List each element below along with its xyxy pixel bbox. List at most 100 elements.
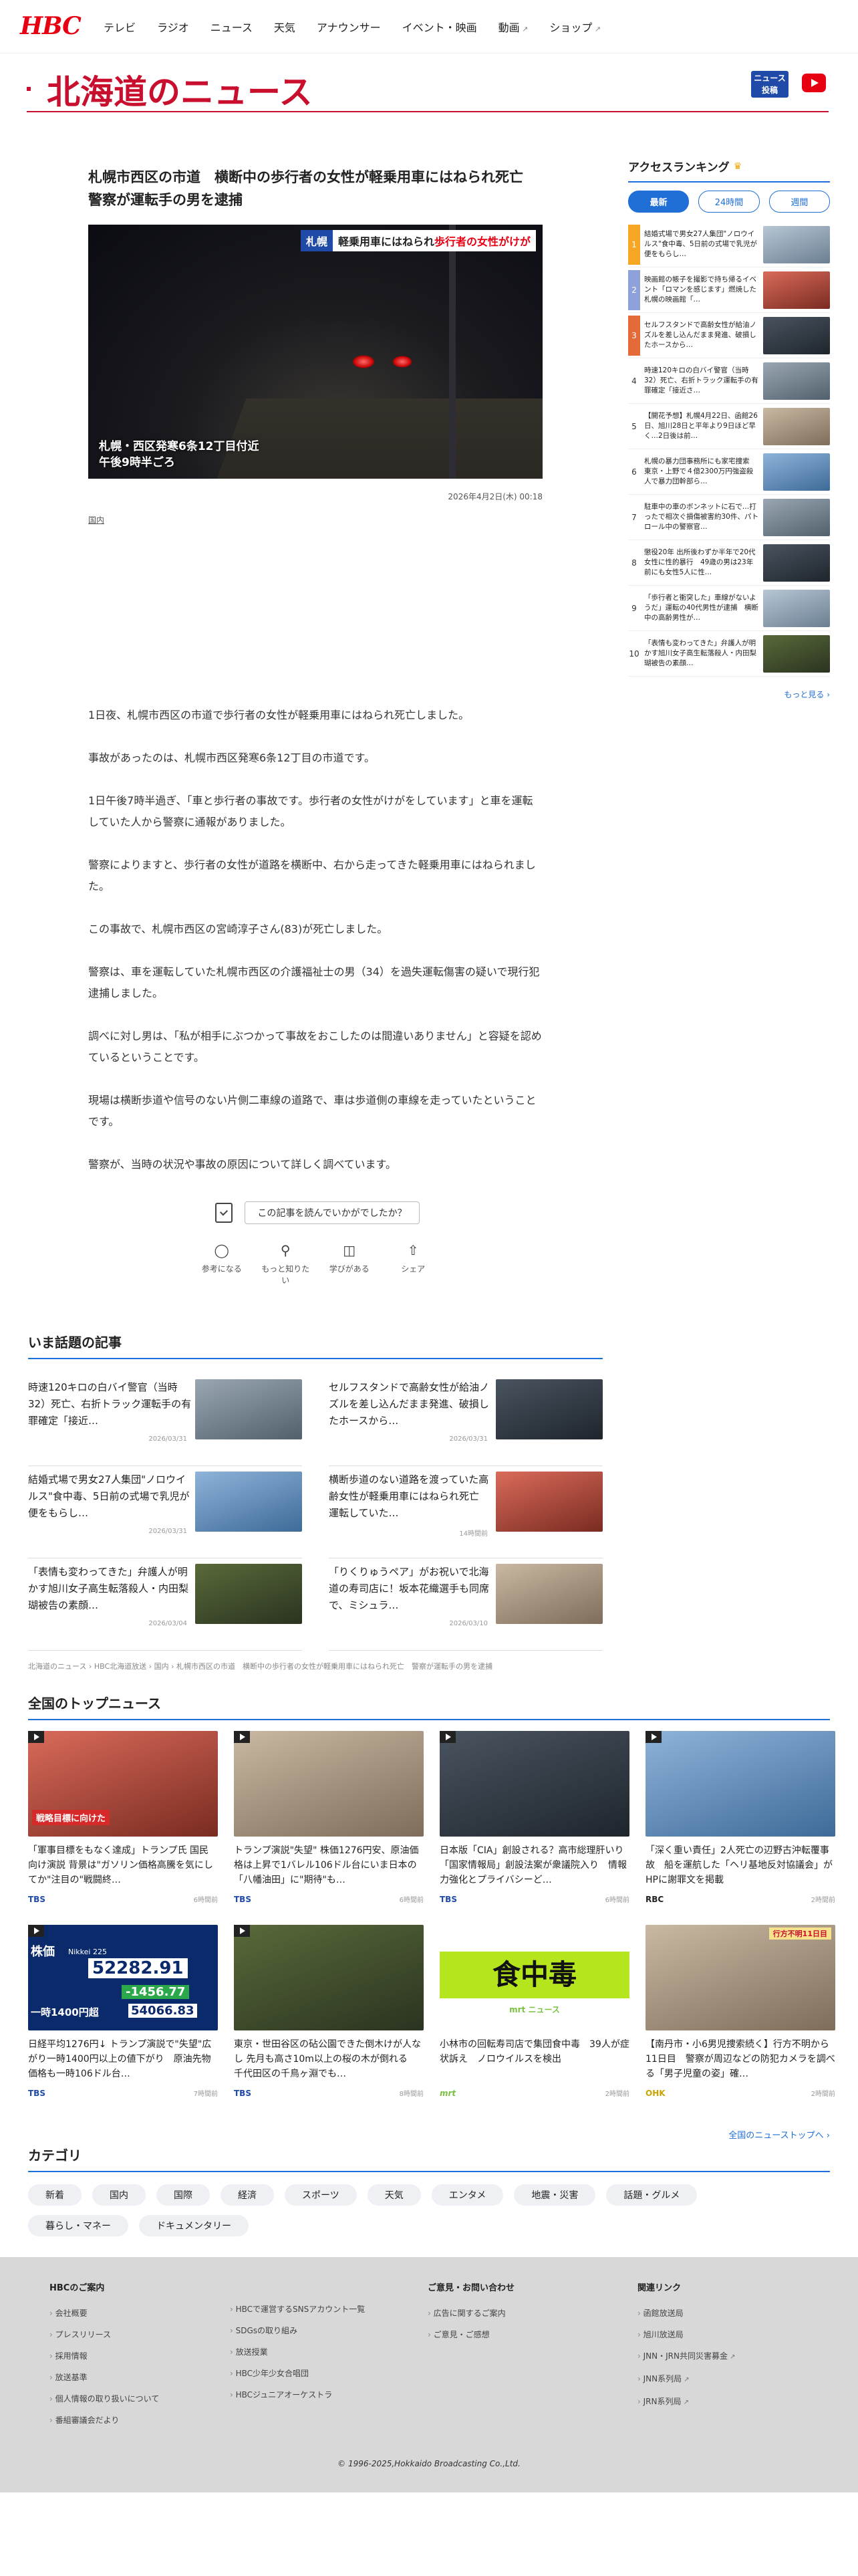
thumb-mrt-brand: mrt ニュース bbox=[509, 2005, 560, 2014]
footer-link[interactable]: 会社概要 bbox=[49, 2303, 159, 2324]
article-category-link[interactable]: 国内 bbox=[88, 514, 543, 525]
category-chip[interactable]: 経済 bbox=[221, 2184, 274, 2206]
source-logo: OHK bbox=[646, 2088, 666, 2098]
play-icon bbox=[646, 1731, 662, 1743]
trending-card[interactable]: 「りくりゅうペア」がお祝いで北海道の寿司店に！坂本花織選手も同席で、ミシュラ… 2… bbox=[329, 1558, 603, 1651]
footer-link[interactable]: HBCで運営するSNSアカウント一覧 bbox=[230, 2299, 366, 2320]
source-logo: TBS bbox=[28, 2088, 45, 2098]
ranking-tabs: 最新 24時間 週間 bbox=[628, 191, 830, 213]
footer-link[interactable]: 旭川放送局 bbox=[637, 2324, 736, 2345]
nav-news[interactable]: ニュース bbox=[210, 19, 253, 35]
footer-link[interactable]: 放送基準 bbox=[49, 2367, 159, 2388]
national-card[interactable]: 株価 Nikkei 225 52282.91 -1456.77 一時1400円超… bbox=[28, 1925, 218, 2105]
image-tag-text: 軽乗用車にはねられ歩行者の女性がけが bbox=[332, 230, 536, 251]
tab-24h[interactable]: 24時間 bbox=[698, 191, 760, 213]
national-card[interactable]: 戦略目標に向けた 「軍事目標をもなく達成」トランプ氏 国民向け演説 背景は"ガソ… bbox=[28, 1731, 218, 1911]
footer-link[interactable]: 個人情報の取り扱いについて bbox=[49, 2388, 160, 2410]
nav-video[interactable]: 動画 bbox=[498, 19, 529, 35]
tab-weekly[interactable]: 週間 bbox=[768, 191, 830, 213]
national-more-link[interactable]: 全国のニューストップへ › bbox=[28, 2128, 830, 2141]
image-taillight bbox=[392, 356, 412, 368]
ranking-item[interactable]: 2 映画館の帳子を撮影で持ち帰るイベント「ロマンを感じます」燃焼した札幌の映画館「… bbox=[628, 267, 830, 313]
national-card[interactable]: 日本版「CIA」創設される？高市総理肝いり「国家情報局」創設法案が衆議院入り 情… bbox=[440, 1731, 629, 1911]
ranking-item[interactable]: 9 「歩行者と衝突した」車線がないようだ」運転の40代男性が逮捕 横断中の高齢男性… bbox=[628, 586, 830, 631]
footer-link[interactable]: JNN系列局 bbox=[637, 2368, 736, 2391]
trending-date: 2026/03/04 bbox=[148, 1620, 187, 1627]
national-card[interactable]: 「深く重い責任」2人死亡の辺野古沖転覆事故 船を運航した「ヘリ基地反対協議会」が… bbox=[646, 1731, 835, 1911]
ranking-item[interactable]: 1 結婚式場で男女27人集団"ノロウイルス"食中毒、5日前の式場で乳児が便をもらし… bbox=[628, 222, 830, 267]
nav-shop[interactable]: ショップ bbox=[549, 19, 601, 35]
hbc-logo[interactable]: HBC bbox=[20, 12, 82, 40]
footer-link[interactable]: SDGsの取り組み bbox=[230, 2320, 365, 2341]
ranking-item[interactable]: 7 駐車中の車のボンネットに石で…打ったで相次ぐ損傷被害約30件、パトロール中の警… bbox=[628, 495, 830, 540]
youtube-icon[interactable] bbox=[802, 74, 826, 92]
breadcrumb-item[interactable]: 北海道のニュース bbox=[28, 1662, 86, 1671]
national-thumbnail bbox=[234, 1925, 424, 2030]
category-chip[interactable]: エンタメ bbox=[431, 2184, 504, 2206]
trending-card[interactable]: 結婚式場で男女27人集団"ノロウイルス"食中毒、5日前の式場で乳児が便をもらし…… bbox=[28, 1466, 302, 1558]
category-chip[interactable]: 天気 bbox=[367, 2184, 421, 2206]
footer-link[interactable]: 函館放送局 bbox=[637, 2303, 736, 2324]
footer-link[interactable]: JRN系列局 bbox=[637, 2391, 736, 2414]
category-chip[interactable]: 国際 bbox=[156, 2184, 210, 2206]
nav-radio[interactable]: ラジオ bbox=[157, 19, 189, 35]
footer-link[interactable]: 番組審議会だより bbox=[49, 2410, 159, 2431]
ranking-more-link[interactable]: もっと見る › bbox=[628, 689, 830, 700]
trending-card[interactable]: 時速120キロの白バイ警官（当時32）死亡、右折トラック運転手の有罪確定「接近…… bbox=[28, 1374, 302, 1466]
rank-number: 8 bbox=[631, 558, 637, 568]
footer-link[interactable]: HBCジュニアオーケストラ bbox=[230, 2384, 365, 2406]
thumb-stock-title: 株価 bbox=[31, 1945, 55, 1959]
breadcrumb-item[interactable]: HBC北海道放送 bbox=[94, 1662, 146, 1671]
ranking-item[interactable]: 10 「表情も変わってきた」弁護人が明かす旭川女子高生転落殺人・内田梨瑚被告の素顔… bbox=[628, 631, 830, 677]
ranking-item[interactable]: 4 時速120キロの白バイ警官（当時32）死亡、右折トラック運転手の有罪確定「接近… bbox=[628, 358, 830, 404]
category-chip[interactable]: 新着 bbox=[28, 2184, 82, 2206]
time-ago: 2時間前 bbox=[811, 1897, 835, 1904]
nav-announcer[interactable]: アナウンサー bbox=[317, 19, 381, 35]
national-card[interactable]: 東京・世田谷区の砧公園できた倒木けが人なし 先月も高さ10m以上の桜の木が倒れる… bbox=[234, 1925, 424, 2105]
trending-thumbnail bbox=[496, 1472, 603, 1532]
ranking-item[interactable]: 5 【開花予想】札幌4月22日、函館26日、旭川28日と平年より9日ほど早く…2日… bbox=[628, 404, 830, 449]
footer-link[interactable]: 放送授業 bbox=[230, 2341, 365, 2363]
national-card[interactable]: 食中毒 mrt ニュース 小林市の回転寿司店で集団食中毒 39人が症状訴え ノロ… bbox=[440, 1925, 629, 2105]
trending-text: 「表情も変わってきた」弁護人が明かす旭川女子高生転落殺人・内田梨瑚被告の素顔… bbox=[28, 1566, 189, 1611]
category-chip[interactable]: 地震・災害 bbox=[514, 2184, 596, 2206]
category-chip[interactable]: ドキュメンタリー bbox=[139, 2215, 249, 2236]
national-thumbnail bbox=[440, 1731, 629, 1837]
category-chip[interactable]: スポーツ bbox=[285, 2184, 357, 2206]
footer-link[interactable]: 採用情報 bbox=[49, 2345, 159, 2367]
rank-number: 7 bbox=[631, 512, 637, 522]
reaction-learn-button[interactable]: ◫ 学びがある bbox=[325, 1242, 374, 1286]
reaction-share-button[interactable]: ⇧ シェア bbox=[389, 1242, 438, 1286]
footer-link[interactable]: プレスリリース bbox=[49, 2324, 159, 2345]
page-title: 北海道のニュース bbox=[47, 73, 313, 112]
trending-card[interactable]: 「表情も変わってきた」弁護人が明かす旭川女子高生転落殺人・内田梨瑚被告の素顔… 2… bbox=[28, 1558, 302, 1651]
nav-tv[interactable]: テレビ bbox=[104, 19, 136, 35]
national-card[interactable]: 行方不明11日目 【南丹市・小6男児捜索続く】行方不明から11日目 警察が周辺な… bbox=[646, 1925, 835, 2105]
category-chip[interactable]: 暮らし・マネー bbox=[28, 2215, 128, 2236]
footer-link[interactable]: ご意見・ご感想 bbox=[428, 2324, 515, 2345]
footer-link[interactable]: HBC少年少女合唱団 bbox=[230, 2363, 365, 2384]
ranking-item[interactable]: 3 セルフスタンドで高齢女性が給油ノズルを差し込んだまま発進、破損したホースから… bbox=[628, 313, 830, 358]
category-chip[interactable]: 話題・グルメ bbox=[606, 2184, 698, 2206]
footer-link[interactable]: JNN・JRN共同災害募金 bbox=[637, 2345, 736, 2368]
category-chip[interactable]: 国内 bbox=[92, 2184, 146, 2206]
reaction-more-button[interactable]: ⚲ もっと知りたい bbox=[261, 1242, 311, 1286]
ranking-title: アクセスランキング ♛ bbox=[628, 158, 830, 183]
news-post-button[interactable]: ニュース 投稿 bbox=[751, 71, 789, 98]
reaction-label: 学びがある bbox=[329, 1264, 370, 1274]
ranking-item[interactable]: 8 懲役20年 出所後わずか半年で20代女性に性的暴行 49歳の男は23年前にも女… bbox=[628, 540, 830, 586]
tab-latest[interactable]: 最新 bbox=[628, 191, 690, 213]
image-tag-text-2: 歩行者の女性がけが bbox=[434, 235, 531, 248]
ranking-item[interactable]: 6 札幌の暴力団事務所にも家宅捜索 東京・上野で４億2300万円強盗殺人で暴力団幹… bbox=[628, 449, 830, 495]
footer-link[interactable]: 広告に関するご案内 bbox=[428, 2303, 515, 2324]
reaction-box: この記事を読んでいかがでしたか？ ◯ 参考になる ⚲ もっと知りたい ◫ 学びがある … bbox=[197, 1201, 438, 1286]
nav-weather[interactable]: 天気 bbox=[274, 19, 295, 35]
national-card[interactable]: トランプ演説"失望" 株価1276円安、原油価格は上昇で1バレル106ドル台にい… bbox=[234, 1731, 424, 1911]
image-location-line1: 札幌・西区発寒6条12丁目付近 bbox=[99, 440, 259, 453]
breadcrumb-item[interactable]: 国内 bbox=[154, 1662, 169, 1671]
trending-card[interactable]: セルフスタンドで高齢女性が給油ノズルを差し込んだまま発進、破損したホースから… 2… bbox=[329, 1374, 603, 1466]
reaction-helpful-button[interactable]: ◯ 参考になる bbox=[197, 1242, 247, 1286]
national-text: 日本版「CIA」創設される？高市総理肝いり「国家情報局」創設法案が衆議院入り 情… bbox=[440, 1845, 627, 1885]
trending-card[interactable]: 横断歩道のない道路を渡っていた高齢女性が軽乗用車にはねられ死亡 運転していた… 1… bbox=[329, 1466, 603, 1558]
nav-event[interactable]: イベント・映画 bbox=[402, 19, 477, 35]
